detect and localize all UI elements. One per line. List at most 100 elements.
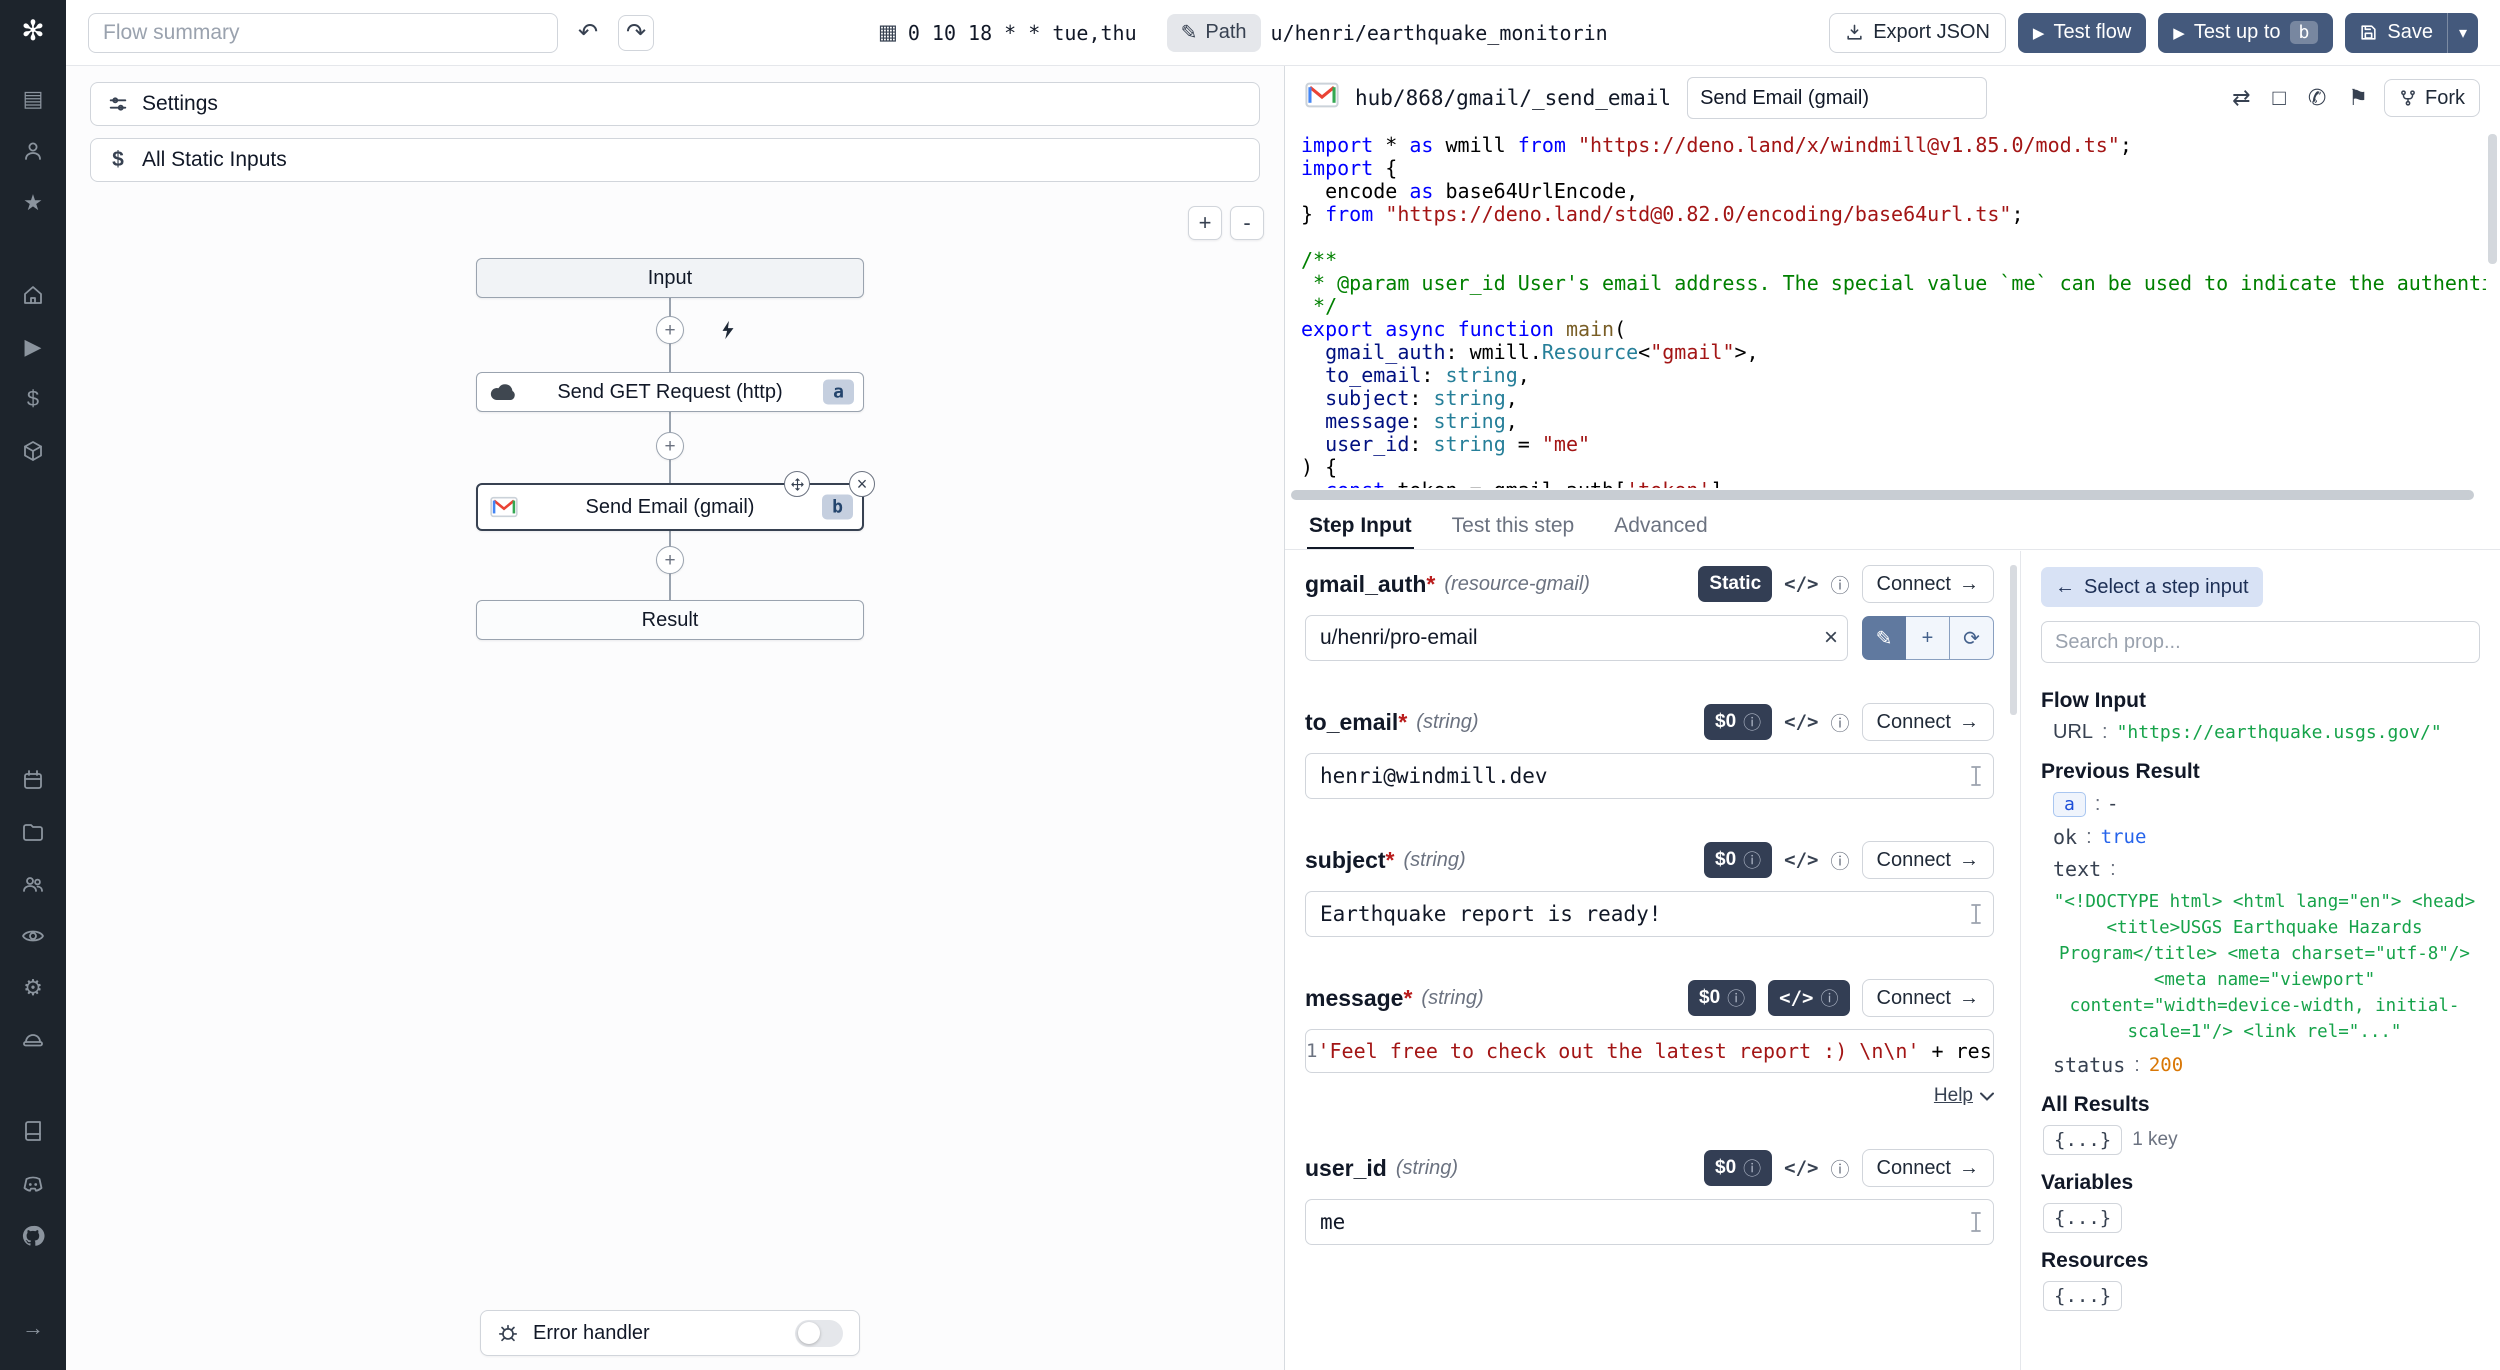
code-editor-toggle-icon[interactable]: </> [1784, 573, 1818, 595]
prop-row-status[interactable]: status : 200 [2053, 1053, 2480, 1077]
code-editor-toggle-icon[interactable]: </> [1784, 1157, 1818, 1179]
test-flow-button[interactable]: ▶ Test flow [2018, 13, 2146, 53]
test-up-to-button[interactable]: ▶ Test up to b [2158, 13, 2333, 53]
folders-icon[interactable] [16, 815, 50, 849]
code-vertical-scrollbar[interactable] [2488, 134, 2497, 264]
code-horizontal-scrollbar[interactable] [1291, 490, 2474, 500]
to-email-input[interactable] [1305, 753, 1994, 799]
sync-arrows-icon[interactable]: ⇄ [2232, 85, 2250, 111]
github-icon[interactable] [16, 1219, 50, 1253]
move-step-icon[interactable] [784, 471, 810, 497]
settings-gear-icon[interactable]: ⚙ [16, 971, 50, 1005]
user-icon[interactable] [16, 134, 50, 168]
groups-icon[interactable] [16, 867, 50, 901]
step-name-input[interactable] [1687, 77, 1987, 119]
insert-step-icon[interactable]: + [656, 432, 684, 460]
dollar-zero-chip[interactable]: $0ⓘ [1704, 1150, 1772, 1186]
connect-button[interactable]: Connect→ [1862, 979, 1995, 1017]
user-id-input[interactable] [1305, 1199, 1994, 1245]
expand-arrow-icon[interactable]: → [16, 1311, 50, 1345]
add-resource-button[interactable]: + [1906, 616, 1950, 660]
save-dropdown-button[interactable]: ▾ [2447, 13, 2478, 53]
resources-object-chip[interactable]: {...} [2043, 1281, 2122, 1311]
help-link[interactable]: Help [1934, 1085, 1973, 1107]
dollar-zero-chip[interactable]: $0ⓘ [1704, 842, 1772, 878]
export-json-button[interactable]: Export JSON [1829, 13, 2006, 53]
insert-step-icon[interactable]: + [656, 546, 684, 574]
zoom-out-button[interactable]: - [1230, 206, 1264, 240]
select-step-input-button[interactable]: ← Select a step input [2041, 567, 2263, 607]
tab-advanced[interactable]: Advanced [1612, 504, 1709, 549]
code-lines: import * as wmill from "https://deno.lan… [1301, 134, 2486, 488]
schedules-calendar-icon[interactable] [16, 763, 50, 797]
prop-row-ok[interactable]: ok : true [2053, 825, 2480, 849]
resources-cube-icon[interactable] [16, 434, 50, 468]
phone-icon[interactable]: ✆ [2308, 85, 2326, 111]
flow-settings-bar[interactable]: Settings [90, 82, 1260, 126]
discord-icon[interactable] [16, 1167, 50, 1201]
tab-test-this-step[interactable]: Test this step [1450, 504, 1577, 549]
refresh-resource-button[interactable]: ⟳ [1950, 616, 1994, 660]
zoom-in-button[interactable]: + [1188, 206, 1222, 240]
runs-play-icon[interactable]: ▶ [16, 330, 50, 364]
text-prop-value[interactable]: "<!DOCTYPE html> <html lang="en"> <head>… [2053, 889, 2476, 1045]
code-editor[interactable]: import * as wmill from "https://deno.lan… [1285, 130, 2486, 488]
star-icon[interactable]: ★ [16, 186, 50, 220]
all-results-object-chip[interactable]: {...} [2043, 1125, 2122, 1155]
flow-summary-input[interactable] [88, 13, 558, 53]
prop-row-url[interactable]: URL : "https://earthquake.usgs.gov/" [2053, 721, 2480, 744]
all-static-inputs-bar[interactable]: $ All Static Inputs [90, 138, 1260, 182]
error-handler-toggle[interactable] [795, 1320, 843, 1347]
list-icon[interactable]: ▤ [16, 82, 50, 116]
prop-search-input[interactable] [2041, 621, 2480, 663]
field-label: subject [1305, 847, 1386, 874]
save-button[interactable]: Save [2345, 13, 2447, 53]
flow-editor-panel: Settings $ All Static Inputs + - Input +… [66, 66, 1285, 1370]
prop-row-a[interactable]: a : - [2053, 792, 2480, 817]
edit-resource-button[interactable]: ✎ [1862, 616, 1906, 660]
path-label: Path [1205, 21, 1246, 44]
redo-button[interactable]: ↷ [618, 15, 654, 51]
connect-button[interactable]: Connect→ [1862, 841, 1995, 879]
connect-button[interactable]: Connect→ [1862, 565, 1995, 603]
trigger-bolt-icon[interactable] [714, 316, 742, 344]
code-editor-toggle-icon[interactable]: </> [1784, 711, 1818, 733]
schedule-cron[interactable]: ▦ 0 10 18 * * tue,thu [878, 20, 1137, 45]
zoom-controls: + - [1188, 206, 1264, 240]
delete-step-icon[interactable]: × [849, 471, 875, 497]
prop-row-text[interactable]: text : [2053, 857, 2480, 881]
form-scrollbar[interactable] [2010, 565, 2017, 715]
clear-icon[interactable]: × [1824, 624, 1838, 652]
home-icon[interactable] [16, 278, 50, 312]
connect-button[interactable]: Connect→ [1862, 1149, 1995, 1187]
dollar-zero-chip[interactable]: $0ⓘ [1704, 704, 1772, 740]
result-node[interactable]: Result [476, 600, 864, 640]
variables-object-chip[interactable]: {...} [2043, 1203, 2122, 1233]
input-node[interactable]: Input [476, 258, 864, 298]
tab-step-input[interactable]: Step Input [1307, 504, 1414, 549]
insert-step-icon[interactable]: + [656, 316, 684, 344]
variables-dollar-icon[interactable]: $ [16, 382, 50, 416]
code-editor-toggle-active[interactable]: </>ⓘ [1768, 980, 1849, 1016]
window-icon[interactable]: □ [2273, 85, 2286, 111]
dollar-zero-chip[interactable]: $0ⓘ [1688, 980, 1756, 1016]
resource-path-input[interactable] [1305, 615, 1848, 661]
static-toggle-button[interactable]: Static [1698, 566, 1772, 602]
error-handler-bar[interactable]: Error handler [480, 1310, 860, 1356]
workers-icon[interactable] [16, 1023, 50, 1057]
field-label: to_email [1305, 709, 1398, 736]
undo-button[interactable]: ↶ [570, 15, 606, 51]
http-step-node[interactable]: Send GET Request (http) a [476, 372, 864, 412]
code-editor-toggle-icon[interactable]: </> [1784, 849, 1818, 871]
docs-book-icon[interactable] [16, 1115, 50, 1149]
connect-button[interactable]: Connect→ [1862, 703, 1995, 741]
gmail-step-node-selected[interactable]: Send Email (gmail) b × [476, 483, 864, 531]
message-code-editor[interactable]: 1 'Feel free to check out the latest rep… [1305, 1029, 1994, 1073]
flag-icon[interactable]: ⚑ [2348, 85, 2368, 111]
fork-button[interactable]: Fork [2384, 79, 2480, 117]
subject-input[interactable] [1305, 891, 1994, 937]
audit-eye-icon[interactable] [16, 919, 50, 953]
hub-script-path[interactable]: hub/868/gmail/_send_email [1355, 86, 1671, 110]
edit-path-button[interactable]: ✎ Path [1167, 14, 1261, 52]
windmill-logo-icon[interactable]: ✻ [21, 14, 44, 47]
